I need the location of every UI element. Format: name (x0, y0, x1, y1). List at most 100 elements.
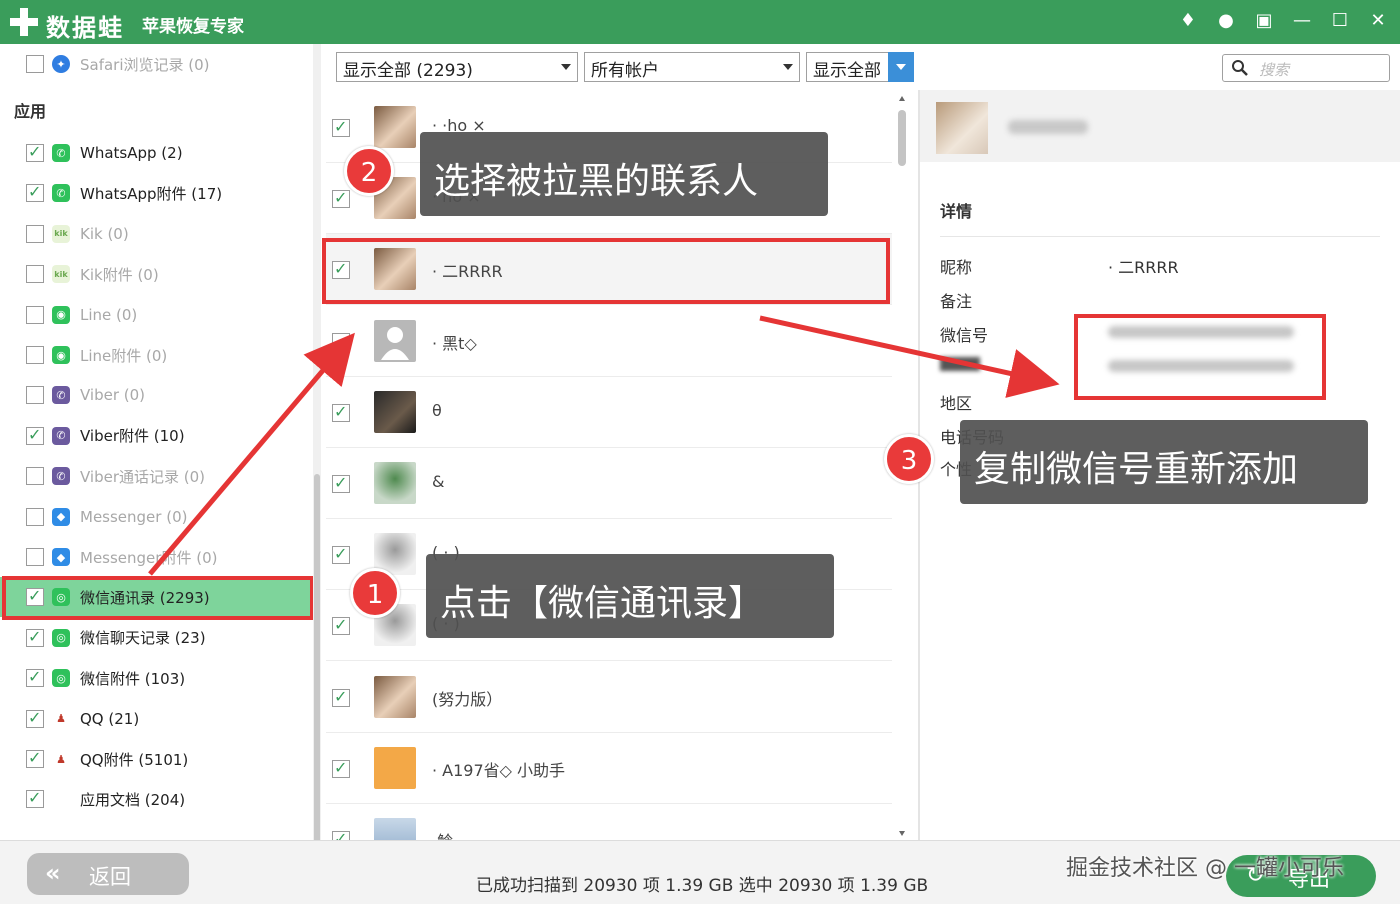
scroll-up-icon[interactable] (899, 96, 905, 101)
checkbox[interactable] (332, 188, 350, 209)
checkbox[interactable] (26, 425, 44, 445)
checkbox[interactable] (26, 182, 44, 203)
close-icon[interactable]: ✕ (1366, 8, 1390, 32)
sidebar-item[interactable]: ✆ WhatsApp (2) (0, 133, 313, 173)
sidebar-item-label: Kik附件 (0) (80, 265, 159, 284)
search-input[interactable]: 搜索 (1222, 54, 1390, 82)
contact-name: · A197省◇ 小助手 (432, 760, 566, 780)
sidebar-item-label: Viber通话记录 (0) (80, 467, 206, 486)
sidebar-item[interactable]: ◎ 微信聊天记录 (23) (0, 618, 313, 658)
chat-bubble-icon[interactable]: ● (1214, 8, 1238, 32)
field-label-nickname: 昵称 (940, 258, 973, 277)
checkbox[interactable] (26, 305, 44, 324)
diamond-icon[interactable]: ♦ (1176, 8, 1200, 32)
search-placeholder: 搜索 (1259, 61, 1290, 79)
sidebar-item[interactable]: ◎ 微信附件 (103) (0, 658, 313, 698)
screen-icon[interactable]: ▣ (1252, 8, 1276, 32)
minimize-icon[interactable]: — (1290, 8, 1314, 32)
sidebar-item[interactable]: 应用文档 (204) (0, 779, 313, 819)
sidebar-item-label: 微信聊天记录 (23) (80, 629, 206, 648)
sidebar-item[interactable]: kik Kik (0) (0, 214, 313, 254)
filter-display-value: 显示全部 (2293) (343, 61, 473, 81)
chevron-down-icon (561, 64, 571, 70)
filter-display-select[interactable]: 显示全部 (2293) (336, 52, 578, 82)
sidebar-item-label: Line (0) (80, 305, 138, 324)
kik-icon: kik (52, 224, 70, 243)
filter-account-select[interactable]: 所有帐户 (584, 52, 800, 82)
checkbox[interactable] (332, 473, 350, 493)
checkbox[interactable] (332, 117, 350, 137)
contact-name: (努力版） (432, 689, 503, 709)
contact-row[interactable]: ·鲶 (326, 804, 892, 840)
contact-row[interactable]: (努力版） (326, 662, 892, 733)
checkbox[interactable] (26, 346, 44, 364)
sidebar-item[interactable]: ✆ Viber (0) (0, 375, 313, 415)
back-button[interactable]: « 返回 (27, 853, 189, 895)
sidebar-item[interactable]: ◆ Messenger附件 (0) (0, 537, 313, 577)
avatar (374, 818, 416, 840)
checkbox[interactable] (332, 544, 350, 565)
scrollbar-thumb[interactable] (314, 474, 320, 864)
app-name: 数据蛙 (46, 14, 124, 42)
back-button-label: 返回 (89, 865, 131, 889)
checkbox[interactable] (332, 687, 350, 707)
checkbox[interactable] (26, 467, 44, 486)
contact-row[interactable]: θ (326, 377, 892, 448)
checkbox[interactable] (26, 507, 44, 526)
sidebar-item-label: QQ (21) (80, 709, 140, 728)
scroll-down-icon[interactable] (899, 831, 905, 836)
checkbox[interactable] (332, 615, 350, 636)
watermark: 掘金技术社区 @ 一罐小可乐 (1066, 856, 1344, 881)
sidebar-scrollbar[interactable] (313, 44, 321, 864)
contact-row[interactable]: & (326, 448, 892, 519)
checkbox[interactable] (26, 548, 44, 566)
blurred-name (1008, 120, 1088, 134)
contact-name: θ (432, 400, 442, 420)
checkbox[interactable] (26, 142, 44, 162)
scrollbar-thumb[interactable] (898, 110, 906, 166)
filter-account-value: 所有帐户 (591, 61, 659, 81)
checkbox[interactable] (26, 667, 44, 688)
sidebar-item-label: 应用文档 (204) (80, 790, 186, 809)
checkbox[interactable] (26, 708, 44, 728)
checkbox[interactable] (26, 748, 44, 768)
qq-icon: ♟ (52, 709, 70, 728)
double-chevron-left-icon: « (45, 859, 61, 887)
field-value-nickname: · 二RRRR (1108, 258, 1179, 277)
checkbox[interactable] (332, 829, 350, 840)
filter-show-select[interactable]: 显示全部 (806, 52, 914, 82)
sidebar-item[interactable]: ✆ Viber通话记录 (0) (0, 456, 313, 496)
chevron-down-icon[interactable] (888, 52, 914, 82)
sidebar-item[interactable]: ♟ QQ附件 (5101) (0, 739, 313, 779)
viber-icon: ✆ (52, 386, 70, 405)
sidebar-item[interactable]: ♟ QQ (21) (0, 699, 313, 739)
sidebar-item-safari[interactable]: ✦ Safari浏览记录 (0) (0, 44, 313, 84)
contact-row[interactable]: · 黑t◇ (326, 306, 892, 377)
sidebar-item[interactable]: ✆ WhatsApp附件 (17) (0, 173, 313, 213)
sidebar-item[interactable]: kik Kik附件 (0) (0, 254, 313, 294)
contact-row[interactable]: · A197省◇ 小助手 (326, 733, 892, 804)
sidebar-item-label: Messenger (0) (80, 507, 188, 526)
sidebar-item[interactable]: ◉ Line (0) (0, 295, 313, 335)
checkbox[interactable] (26, 55, 44, 73)
checkbox[interactable] (26, 224, 44, 243)
checkbox[interactable] (332, 332, 350, 351)
sidebar-item-label: Kik (0) (80, 224, 129, 243)
checkbox[interactable] (26, 386, 44, 405)
sidebar-item[interactable]: ✆ Viber附件 (10) (0, 416, 313, 456)
sidebar-item-label: Viber (0) (80, 386, 146, 405)
avatar (374, 106, 416, 148)
checkbox[interactable] (332, 402, 350, 422)
checkbox[interactable] (26, 265, 44, 284)
callout-step1-text: 点击【微信通讯录】 (440, 583, 765, 624)
sidebar-item-label: Safari浏览记录 (0) (80, 55, 210, 74)
sidebar-item-label: WhatsApp附件 (17) (80, 184, 223, 203)
checkbox[interactable] (26, 627, 44, 647)
callout-step3-text: 复制微信号重新添加 (974, 449, 1299, 490)
checkbox[interactable] (332, 758, 350, 778)
sidebar-item[interactable]: ◆ Messenger (0) (0, 497, 313, 537)
checkbox[interactable] (26, 788, 44, 809)
sidebar-item[interactable]: ◉ Line附件 (0) (0, 335, 313, 375)
maximize-icon[interactable]: ☐ (1328, 8, 1352, 32)
whatsapp-icon: ✆ (52, 184, 70, 203)
